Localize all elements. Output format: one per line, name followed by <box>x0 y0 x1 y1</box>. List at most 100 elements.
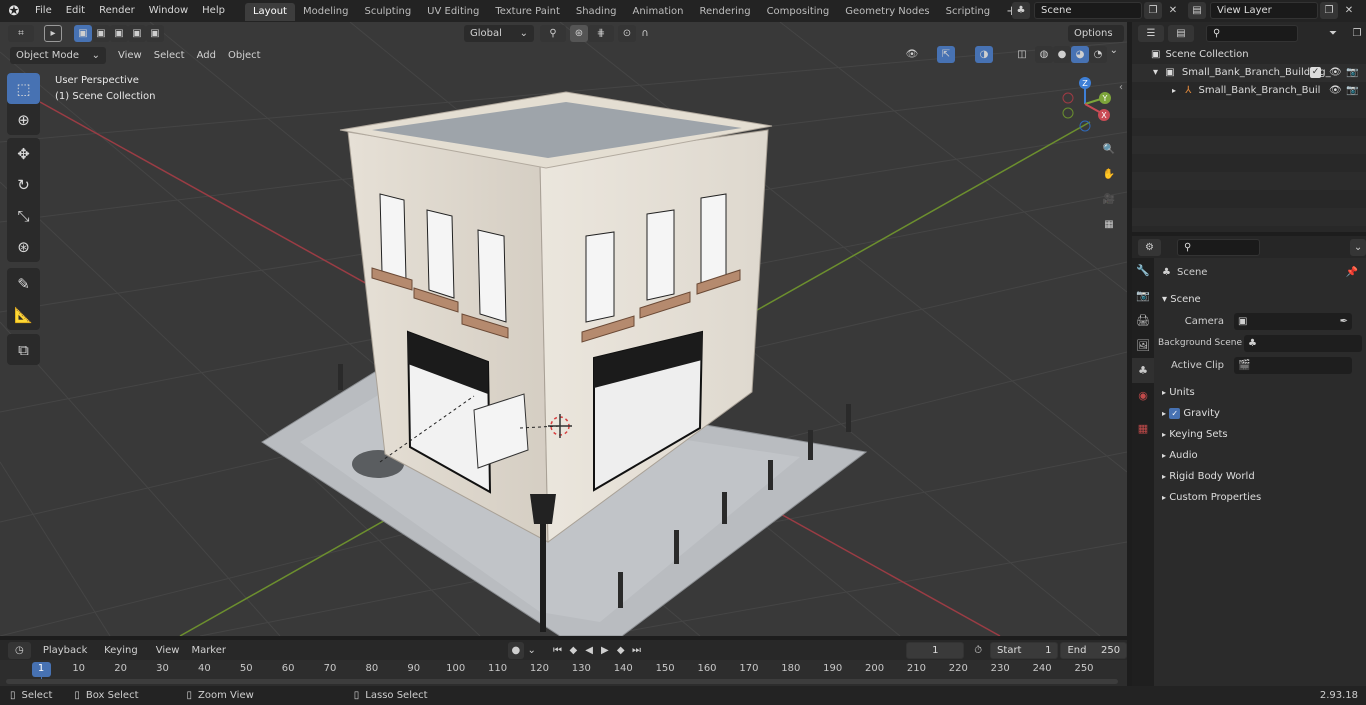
outliner-editor-type-icon[interactable]: ☰ <box>1138 24 1164 42</box>
include-checkbox[interactable]: ✓ <box>1310 67 1321 78</box>
blender-logo-icon[interactable]: ✪ <box>0 4 28 19</box>
view-object-types-icon[interactable]: 👁 <box>903 46 921 63</box>
street-lamp[interactable] <box>540 522 546 632</box>
select-new-icon[interactable]: ▣ <box>74 24 92 42</box>
shading-wireframe-icon[interactable]: ◍ <box>1035 46 1053 63</box>
copy-scene-icon[interactable]: ❐ <box>1144 2 1162 19</box>
timeline-view-menu[interactable]: View <box>150 642 186 659</box>
texture-tab-icon[interactable]: ▦ <box>1132 416 1154 441</box>
overlay-toggle-icon[interactable]: ◑ <box>975 46 993 63</box>
object-mode-select[interactable]: Object Mode ⌄ <box>10 46 106 64</box>
zoom-icon[interactable]: 🔍 <box>1098 140 1120 158</box>
keying-sets-section[interactable]: ▸ Keying Sets <box>1154 424 1366 445</box>
copy-view-layer-icon[interactable]: ❐ <box>1320 2 1338 19</box>
shading-material-icon[interactable]: ◕ <box>1071 46 1089 63</box>
grid-view-icon[interactable]: ▦ <box>1098 215 1120 233</box>
audio-section[interactable]: ▸ Audio <box>1154 445 1366 466</box>
play-reverse-icon[interactable]: ◀ <box>581 642 597 659</box>
view-layer-field[interactable]: View Layer <box>1210 2 1318 19</box>
close-scene-icon[interactable]: ✕ <box>1164 2 1182 19</box>
close-view-layer-icon[interactable]: ✕ <box>1340 2 1358 19</box>
camera-field[interactable]: ▣ ✒ <box>1234 312 1352 330</box>
menu-render[interactable]: Render <box>92 0 142 22</box>
outliner-row-object[interactable]: ▸ ⅄ Small_Bank_Branch_Buil 👁 📷 <box>1132 82 1366 100</box>
new-collection-icon[interactable]: ❐ <box>1348 25 1366 42</box>
visibility-eye-icon[interactable]: 👁 <box>1329 82 1342 100</box>
view-layer-icon[interactable]: ▤ <box>1188 2 1206 19</box>
proportional-falloff-icon[interactable]: ∩ <box>636 25 654 42</box>
pan-hand-icon[interactable]: ✋ <box>1098 165 1120 183</box>
units-section[interactable]: ▸ Units <box>1154 382 1366 403</box>
options-button[interactable]: Options ⌄ <box>1068 25 1124 56</box>
tab-shading[interactable]: Shading <box>568 3 625 21</box>
rotate-tool-icon[interactable]: ↻ <box>7 169 40 200</box>
shading-solid-icon[interactable]: ● <box>1053 46 1071 63</box>
add-menu[interactable]: Add <box>191 47 222 64</box>
snap-icon[interactable]: ⊛ <box>570 24 588 42</box>
gizmo-toggle-icon[interactable]: ⇱ <box>937 46 955 63</box>
tab-geometry-nodes[interactable]: Geometry Nodes <box>837 3 937 21</box>
select-menu[interactable]: Select <box>148 47 191 64</box>
output-tab-icon[interactable]: 🖨 <box>1132 308 1154 333</box>
world-tab-icon[interactable]: ◉ <box>1132 383 1154 408</box>
jump-start-icon[interactable]: ⏮ <box>550 642 566 659</box>
keyframe-type-icon[interactable]: ⌄ <box>524 642 540 659</box>
expand-arrow-icon[interactable]: ▸ <box>1172 86 1176 95</box>
rigid-body-world-section[interactable]: ▸ Rigid Body World <box>1154 466 1366 487</box>
play-icon[interactable]: ▶ <box>597 642 613 659</box>
tab-uv-editing[interactable]: UV Editing <box>419 3 487 21</box>
select-intersect-icon[interactable]: ▣ <box>146 24 164 42</box>
properties-options-icon[interactable]: ⌄ <box>1350 238 1366 256</box>
preview-range-icon[interactable]: ⏱ <box>970 642 986 659</box>
display-mode-icon[interactable]: ▤ <box>1168 24 1194 42</box>
transform-tool-icon[interactable]: ⊛ <box>7 231 40 262</box>
outliner-search-input[interactable]: ⚲ <box>1206 24 1298 42</box>
menu-help[interactable]: Help <box>195 0 232 22</box>
tab-modeling[interactable]: Modeling <box>295 3 357 21</box>
scene-icon[interactable]: ♣ <box>1012 2 1030 19</box>
tab-texture-paint[interactable]: Texture Paint <box>487 3 568 21</box>
pivot-point-icon[interactable]: ⚲ <box>540 24 566 42</box>
record-icon[interactable]: ● <box>508 641 524 659</box>
view-menu[interactable]: View <box>112 47 148 64</box>
tab-compositing[interactable]: Compositing <box>759 3 838 21</box>
keying-menu[interactable]: Keying ⌄ <box>98 642 150 673</box>
xray-toggle-icon[interactable]: ◫ <box>1013 46 1031 63</box>
tweak-tool-icon[interactable]: ▸ <box>44 24 62 42</box>
menu-file[interactable]: File <box>28 0 59 22</box>
jump-end-icon[interactable]: ⏭ <box>629 642 645 659</box>
tool-tab-icon[interactable]: 🔧 <box>1132 258 1154 283</box>
render-camera-icon[interactable]: 📷 <box>1346 64 1358 82</box>
tab-animation[interactable]: Animation <box>625 3 692 21</box>
pin-icon[interactable]: 📌 <box>1346 267 1358 278</box>
object-menu[interactable]: Object <box>222 47 267 64</box>
scene-section-header[interactable]: ▾ Scene <box>1154 289 1366 310</box>
timeline-frames[interactable]: 1 10 20 30 40 50 60 70 80 90 100 110 120 130 140 150 160… <box>0 660 1127 686</box>
select-extend-icon[interactable]: ▣ <box>92 24 110 42</box>
scale-tool-icon[interactable]: ⤡ <box>7 200 40 231</box>
start-frame-field[interactable]: Start 1 <box>990 641 1059 659</box>
menu-window[interactable]: Window <box>142 0 195 22</box>
custom-properties-section[interactable]: ▸ Custom Properties <box>1154 487 1366 508</box>
3d-viewport[interactable]: Object Mode ⌄ View Select Add Object 👁 ⇱ … <box>0 22 1127 636</box>
select-invert-icon[interactable]: ▣ <box>128 24 146 42</box>
select-subtract-icon[interactable]: ▣ <box>110 24 128 42</box>
add-cube-tool-icon[interactable]: ⧉ <box>7 334 40 365</box>
move-tool-icon[interactable]: ✥ <box>7 138 40 169</box>
gravity-section[interactable]: ▸ ✓ Gravity <box>1154 403 1366 424</box>
scene-name-field[interactable]: Scene <box>1034 2 1142 19</box>
marker-menu[interactable]: Marker <box>185 642 232 659</box>
transform-orientation-select[interactable]: Global ⌄ <box>464 24 534 42</box>
scene-tab-icon[interactable]: ♣ <box>1132 358 1154 383</box>
select-box-tool-icon[interactable]: ⬚ <box>7 73 40 104</box>
end-frame-field[interactable]: End 250 <box>1060 641 1128 659</box>
jump-prev-keyframe-icon[interactable]: ◆ <box>565 642 581 659</box>
tab-rendering[interactable]: Rendering <box>691 3 758 21</box>
render-tab-icon[interactable]: 📷 <box>1132 283 1154 308</box>
jump-next-keyframe-icon[interactable]: ◆ <box>613 642 629 659</box>
snap-target-icon[interactable]: ⋕ <box>588 24 614 42</box>
cursor-tool-icon[interactable]: ⊕ <box>7 104 40 135</box>
camera-view-icon[interactable]: 🎥 <box>1098 190 1120 208</box>
timeline-scrollbar[interactable] <box>6 679 1118 684</box>
gravity-checkbox[interactable]: ✓ <box>1169 408 1181 419</box>
